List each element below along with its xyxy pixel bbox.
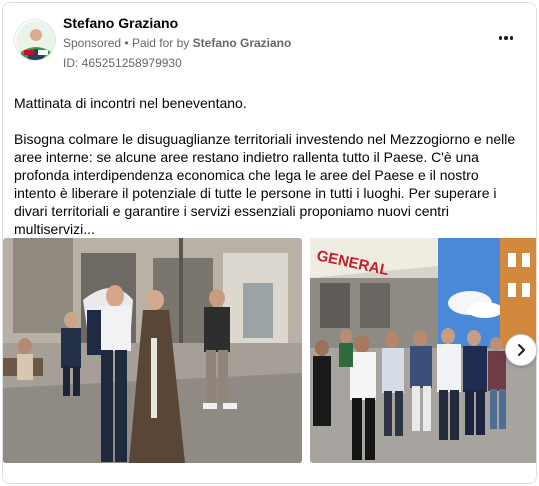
sponsored-label[interactable]: Sponsored — [63, 36, 121, 50]
gallery-next-button[interactable] — [505, 334, 537, 366]
chevron-right-icon — [518, 344, 525, 356]
paid-for-prefix: Paid for by — [131, 36, 190, 50]
photo-gallery: GENERAL — [3, 238, 536, 463]
photo-group-in-front-of-store[interactable]: GENERAL — [310, 238, 536, 463]
post-text: Mattinata di incontri nel beneventano. B… — [14, 94, 524, 238]
sponsored-line: Sponsored • Paid for by Stefano Graziano — [63, 36, 291, 50]
author-avatar[interactable] — [14, 19, 56, 61]
post-paragraph-1: Mattinata di incontri nel beneventano. — [14, 95, 247, 111]
author-name[interactable]: Stefano Graziano — [63, 15, 178, 31]
more-options-icon[interactable] — [494, 31, 518, 45]
ad-post-card: Stefano Graziano Sponsored • Paid for by… — [2, 2, 537, 484]
meta-separator: • — [124, 36, 129, 50]
paid-for-by-name[interactable]: Stefano Graziano — [193, 36, 292, 50]
photo-street-meeting[interactable] — [3, 238, 302, 463]
post-paragraph-2: Bisogna colmare le disuguaglianze territ… — [14, 131, 516, 237]
ad-id: ID: 465251258979930 — [63, 56, 182, 70]
